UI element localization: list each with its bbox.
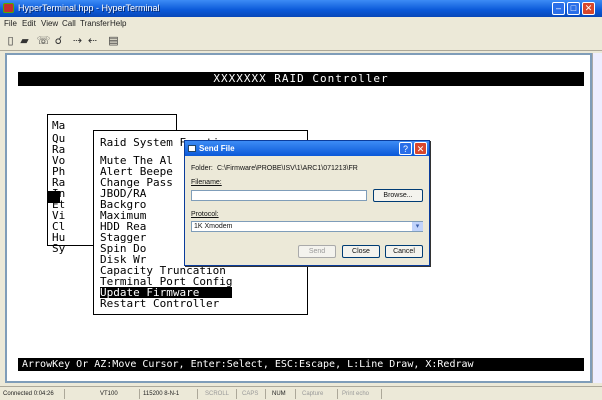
app-icon	[3, 3, 14, 13]
dialog-close-button[interactable]: ✕	[414, 142, 427, 155]
dialog-title: Send File	[199, 144, 235, 153]
function-menu-item[interactable]: Restart Controller	[100, 298, 232, 309]
toolbar: ▯ ▰ ☏ ☌ ⇢ ⇠ ▤	[0, 32, 602, 51]
help-button[interactable]: ?	[399, 142, 412, 155]
browse-button[interactable]: Browse...	[373, 189, 423, 202]
send-icon[interactable]: ⇢	[70, 34, 85, 49]
status-capture: Capture	[302, 389, 338, 399]
send-button[interactable]: Send	[298, 245, 336, 258]
maximize-button[interactable]: □	[567, 2, 580, 15]
main-menu-item[interactable]: Sy	[52, 243, 65, 254]
menu-bar: File Edit View Call Transfer Help	[0, 17, 602, 32]
menu-call[interactable]: Call	[62, 19, 76, 28]
new-icon[interactable]: ▯	[3, 34, 18, 49]
vertical-scrollbar[interactable]	[592, 53, 602, 383]
status-print-echo: Print echo	[342, 389, 382, 399]
filename-input[interactable]	[191, 190, 367, 201]
title-bar: HyperTerminal.hpp - HyperTerminal – □ ✕	[0, 0, 602, 17]
menu-transfer[interactable]: Transfer	[80, 19, 110, 28]
status-scroll: SCROLL	[205, 389, 237, 399]
send-file-dialog: Send File ? ✕ Folder: C:\Firmware\PROBE\…	[184, 140, 430, 266]
status-caps: CAPS	[242, 389, 266, 399]
properties-icon[interactable]: ▤	[106, 34, 121, 49]
status-terminal-type: VT100	[100, 389, 140, 399]
cancel-button[interactable]: Cancel	[385, 245, 423, 258]
chevron-down-icon[interactable]: ▾	[412, 222, 423, 231]
close-dialog-button[interactable]: Close	[342, 245, 380, 258]
terminal-footer: ArrowKey Or AZ:Move Cursor, Enter:Select…	[18, 358, 584, 371]
main-menu-name: Ma	[52, 119, 66, 132]
main-menu-list: Qu Ra Vo Ph Ra In Et Vi Cl Hu Sy	[52, 133, 65, 254]
terminal-header: XXXXXXX RAID Controller	[18, 72, 584, 86]
status-bar: Connected 0:04:26 VT100 115200 8-N-1 SCR…	[0, 386, 602, 400]
status-connected: Connected 0:04:26	[3, 389, 65, 399]
protocol-label: Protocol:	[191, 211, 219, 218]
folder-path: C:\Firmware\PROBE\ISV\1\ARC1\071213\FR	[217, 165, 358, 172]
protocol-value: 1K Xmodem	[194, 223, 233, 230]
phone-icon[interactable]: ☏	[36, 34, 51, 49]
protocol-select[interactable]: 1K Xmodem ▾	[191, 221, 423, 232]
status-settings: 115200 8-N-1	[143, 389, 198, 399]
minimize-button[interactable]: –	[552, 2, 565, 15]
receive-icon[interactable]: ⇠	[85, 34, 100, 49]
open-icon[interactable]: ▰	[17, 34, 32, 49]
folder-label: Folder:	[191, 165, 213, 172]
close-button[interactable]: ✕	[582, 2, 595, 15]
disconnect-icon[interactable]: ☌	[51, 34, 66, 49]
send-file-icon	[188, 145, 196, 152]
menu-help[interactable]: Help	[110, 19, 126, 28]
filename-label: Filename:	[191, 179, 222, 186]
dialog-title-bar: Send File ? ✕	[185, 141, 429, 156]
status-num: NUM	[272, 389, 296, 399]
menu-file[interactable]: File	[4, 19, 17, 28]
menu-edit[interactable]: Edit	[22, 19, 36, 28]
window-title: HyperTerminal.hpp - HyperTerminal	[18, 3, 160, 13]
menu-view[interactable]: View	[41, 19, 58, 28]
